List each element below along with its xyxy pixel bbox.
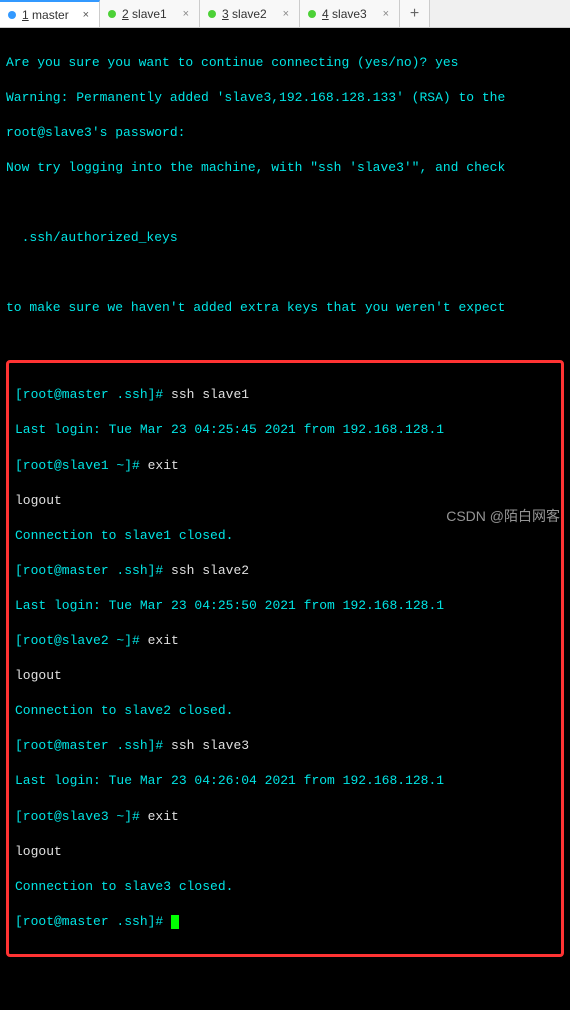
terminal-line: [root@slave1 ~]# exit [15,457,555,475]
terminal-line: logout [15,667,555,685]
terminal-line: Connection to slave3 closed. [15,878,555,896]
terminal-line: Last login: Tue Mar 23 04:25:45 2021 fro… [15,421,555,439]
terminal-line [6,264,564,282]
terminal-prompt: [root@master .ssh]# [15,913,555,931]
highlight-box: [root@master .ssh]# ssh slave1 Last logi… [6,360,564,957]
status-dot-icon [208,10,216,18]
tab-label: 1 master [22,8,75,22]
terminal-line: Now try logging into the machine, with "… [6,159,564,177]
terminal-line: Warning: Permanently added 'slave3,192.1… [6,89,564,107]
terminal-line: to make sure we haven't added extra keys… [6,299,564,317]
tab-slave1[interactable]: 2 slave1 × [100,0,200,27]
terminal-line: logout [15,843,555,861]
tab-label: 2 slave1 [122,7,175,21]
status-dot-icon [308,10,316,18]
terminal-line: [root@slave3 ~]# exit [15,808,555,826]
status-dot-icon [8,11,16,19]
status-dot-icon [108,10,116,18]
tab-master[interactable]: 1 master × [0,0,100,27]
terminal-line: .ssh/authorized_keys [6,229,564,247]
terminal-line: [root@master .ssh]# ssh slave2 [15,562,555,580]
terminal-line: [root@slave2 ~]# exit [15,632,555,650]
terminal-line: Last login: Tue Mar 23 04:25:50 2021 fro… [15,597,555,615]
close-icon[interactable]: × [81,9,91,21]
tab-label: 3 slave2 [222,7,275,21]
terminal-line: Last login: Tue Mar 23 04:26:04 2021 fro… [15,772,555,790]
close-icon[interactable]: × [281,8,291,20]
tab-bar: 1 master × 2 slave1 × 3 slave2 × 4 slave… [0,0,570,28]
terminal-output[interactable]: Are you sure you want to continue connec… [0,28,570,534]
watermark: CSDN @陌白网客 [446,507,560,526]
close-icon[interactable]: × [181,8,191,20]
tab-label: 4 slave3 [322,7,375,21]
terminal-line: [root@master .ssh]# ssh slave3 [15,737,555,755]
terminal-line [6,194,564,212]
terminal-line: Connection to slave1 closed. [15,527,555,545]
new-tab-button[interactable]: + [400,0,430,27]
tab-slave3[interactable]: 4 slave3 × [300,0,400,27]
close-icon[interactable]: × [381,8,391,20]
cursor-icon [171,915,179,929]
terminal-line: root@slave3's password: [6,124,564,142]
terminal-line: Are you sure you want to continue connec… [6,54,564,72]
terminal-line: Connection to slave2 closed. [15,702,555,720]
tab-slave2[interactable]: 3 slave2 × [200,0,300,27]
terminal-line: [root@master .ssh]# ssh slave1 [15,386,555,404]
